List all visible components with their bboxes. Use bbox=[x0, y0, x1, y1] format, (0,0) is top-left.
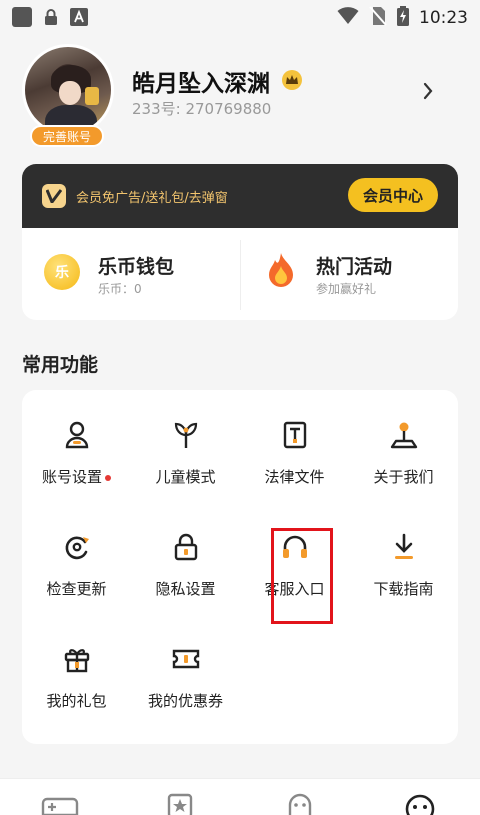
app-square-icon bbox=[12, 7, 32, 27]
wallet-title: 乐币钱包 bbox=[98, 256, 175, 278]
func-my-gift[interactable]: 我的礼包 bbox=[22, 614, 131, 710]
gamepad-icon bbox=[41, 797, 79, 815]
lock-icon bbox=[42, 8, 60, 26]
activity-sub: 参加赢好礼 bbox=[316, 282, 377, 296]
user-id: 233号: 270769880 bbox=[132, 100, 272, 118]
status-right: 10:23 bbox=[337, 6, 468, 30]
functions-card: 账号设置 儿童模式 法律文件 关于我们 检查更新 隐私设置 客服入口 下载指南 … bbox=[22, 390, 458, 744]
bottom-tab-bar bbox=[0, 778, 480, 815]
joystick-icon bbox=[389, 420, 419, 450]
crown-icon bbox=[282, 70, 302, 90]
func-check-update[interactable]: 检查更新 bbox=[22, 502, 131, 598]
vip-banner[interactable]: 会员免广告/送礼包/去弹窗 会员中心 bbox=[22, 164, 458, 228]
wallet-balance: 乐币：0 bbox=[98, 282, 142, 296]
section-title: 常用功能 bbox=[22, 354, 99, 376]
func-about-us[interactable]: 关于我们 bbox=[349, 390, 458, 486]
vip-card: 会员免广告/送礼包/去弹窗 会员中心 乐 乐币钱包 乐币：0 热门活动 参加赢好… bbox=[22, 164, 458, 320]
battery-charging-icon bbox=[397, 6, 409, 30]
fire-icon bbox=[266, 252, 296, 292]
star-icon bbox=[167, 793, 193, 815]
func-label: 下载指南 bbox=[373, 580, 434, 598]
lock-icon bbox=[171, 532, 201, 562]
username[interactable]: 皓月坠入深渊 bbox=[132, 64, 270, 98]
func-label: 关于我们 bbox=[373, 468, 434, 486]
sprout-icon bbox=[171, 420, 201, 450]
func-privacy-settings[interactable]: 隐私设置 bbox=[131, 502, 240, 598]
status-bar: 10:23 bbox=[0, 0, 480, 32]
complete-account-badge[interactable]: 完善账号 bbox=[30, 125, 104, 147]
chat-icon bbox=[405, 794, 435, 815]
func-download-guide[interactable]: 下载指南 bbox=[349, 502, 458, 598]
gift-icon bbox=[62, 644, 92, 674]
avatar[interactable] bbox=[22, 44, 114, 136]
chevron-right-icon[interactable] bbox=[422, 82, 434, 104]
no-sim-icon bbox=[369, 6, 387, 30]
func-label: 隐私设置 bbox=[155, 580, 216, 598]
func-label: 我的礼包 bbox=[46, 692, 107, 710]
status-time: 10:23 bbox=[419, 8, 468, 28]
a-icon bbox=[70, 8, 88, 26]
func-kids-mode[interactable]: 儿童模式 bbox=[131, 390, 240, 486]
func-label: 我的优惠券 bbox=[147, 692, 223, 710]
func-label: 儿童模式 bbox=[155, 468, 216, 486]
tab-profile[interactable] bbox=[400, 793, 440, 815]
tab-community[interactable] bbox=[280, 793, 320, 815]
func-label: 客服入口 bbox=[264, 580, 325, 598]
vip-promo-text: 会员免广告/送礼包/去弹窗 bbox=[76, 191, 228, 206]
tab-games[interactable] bbox=[40, 793, 80, 815]
func-label: 检查更新 bbox=[46, 580, 107, 598]
func-my-coupons[interactable]: 我的优惠券 bbox=[131, 614, 240, 710]
vip-v-icon bbox=[42, 184, 66, 208]
wifi-icon bbox=[337, 7, 359, 29]
refresh-icon bbox=[62, 532, 92, 562]
func-legal-documents[interactable]: 法律文件 bbox=[240, 390, 349, 486]
func-customer-service[interactable]: 客服入口 bbox=[240, 502, 349, 598]
vip-center-button[interactable]: 会员中心 bbox=[348, 178, 438, 212]
ghost-icon bbox=[288, 793, 312, 815]
coupon-icon bbox=[171, 644, 201, 674]
wallet-entry[interactable]: 乐 乐币钱包 乐币：0 bbox=[22, 228, 240, 320]
tab-favorites[interactable] bbox=[160, 793, 200, 815]
account-icon bbox=[62, 420, 92, 450]
status-left bbox=[12, 7, 88, 27]
activity-title: 热门活动 bbox=[316, 256, 393, 278]
headphones-icon bbox=[280, 532, 310, 562]
func-account-settings[interactable]: 账号设置 bbox=[22, 390, 131, 486]
func-label: 法律文件 bbox=[264, 468, 325, 486]
func-label: 账号设置 bbox=[41, 468, 102, 486]
activity-entry[interactable]: 热门活动 参加赢好礼 bbox=[240, 228, 458, 320]
coin-icon: 乐 bbox=[44, 254, 80, 290]
document-icon bbox=[280, 420, 310, 450]
download-icon bbox=[389, 532, 419, 562]
red-dot-badge bbox=[105, 474, 111, 481]
